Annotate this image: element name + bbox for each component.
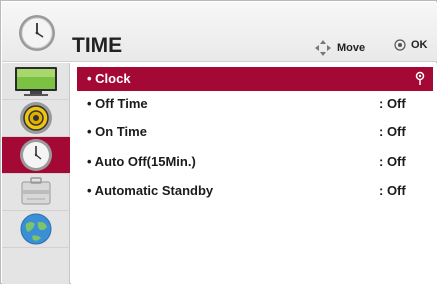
menu-item-automatic-standby[interactable]: • Automatic Standby : Off <box>77 179 433 203</box>
menu-item-label: • Automatic Standby <box>87 183 214 198</box>
sidebar-empty-slot <box>2 248 70 285</box>
menu-item-value: : Off <box>379 154 406 169</box>
globe-icon <box>20 213 52 245</box>
menu-item-auto-off[interactable]: • Auto Off(15Min.) : Off <box>77 150 433 174</box>
location-pin-icon <box>415 71 425 85</box>
sidebar-item-audio[interactable] <box>2 100 70 137</box>
menu-item-clock[interactable]: • Clock <box>77 67 433 91</box>
menu-item-label: • On Time <box>87 124 147 139</box>
menu-item-label: • Off Time <box>87 96 148 111</box>
category-sidebar <box>2 63 70 284</box>
toolbox-icon <box>21 177 51 205</box>
clock-icon <box>20 139 52 171</box>
sidebar-item-network[interactable] <box>2 211 70 248</box>
tv-screen-icon <box>15 67 57 96</box>
clock-icon <box>19 15 55 51</box>
ok-hint-label: OK <box>411 39 428 51</box>
sidebar-item-option[interactable] <box>2 174 70 211</box>
time-settings-window: TIME Move OK • Clock • Off Time: Off • … <box>0 0 437 284</box>
time-menu-list: • Clock • Off Time : Off • On Time : Off… <box>71 63 437 284</box>
menu-item-off-time[interactable]: • Off Time : Off <box>77 92 433 116</box>
menu-item-value: : Off <box>379 96 406 111</box>
ok-button-icon <box>394 39 406 51</box>
four-way-arrows-icon <box>315 40 331 56</box>
header-bar: TIME Move OK <box>2 2 437 62</box>
page-title: TIME <box>72 34 123 57</box>
sidebar-item-picture[interactable] <box>2 63 70 100</box>
move-hint: Move <box>314 39 365 57</box>
menu-item-label: • Auto Off(15Min.) <box>87 154 196 169</box>
speaker-icon <box>20 102 52 134</box>
menu-item-value: : Off <box>379 124 406 139</box>
ok-hint: OK <box>394 39 428 51</box>
sidebar-item-time[interactable] <box>2 137 70 174</box>
move-hint-label: Move <box>337 42 366 54</box>
menu-item-value: : Off <box>379 183 406 198</box>
menu-item-on-time[interactable]: • On Time : Off <box>77 120 433 144</box>
menu-item-label: • Clock <box>87 71 131 86</box>
